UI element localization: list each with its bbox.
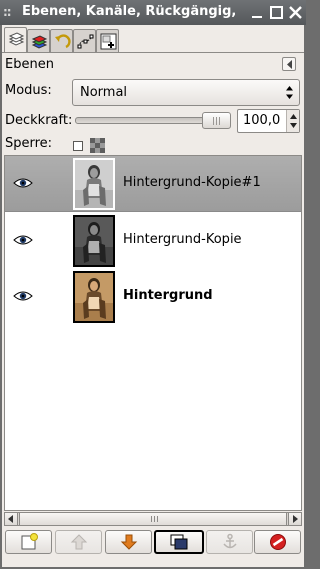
scrollbar-thumb[interactable] bbox=[19, 513, 287, 525]
arrow-right-icon bbox=[293, 515, 298, 523]
dock-window: Ebenen Modus: Normal Deckkraft: 100,0 Sp… bbox=[2, 25, 304, 567]
arrow-up-icon bbox=[70, 534, 87, 550]
titlebar-grip[interactable]: :: bbox=[3, 5, 12, 19]
paths-icon bbox=[77, 34, 94, 49]
visibility-toggle[interactable] bbox=[13, 234, 33, 250]
woman-portrait-thumbnail bbox=[75, 217, 113, 265]
dock-tabs bbox=[2, 27, 304, 53]
visibility-toggle[interactable] bbox=[13, 177, 33, 193]
anchor-icon bbox=[222, 533, 237, 549]
layers-tab[interactable] bbox=[4, 27, 27, 53]
minimize-button[interactable] bbox=[249, 4, 266, 21]
layer-button-bar bbox=[2, 528, 304, 556]
scroll-left-button[interactable] bbox=[5, 513, 18, 525]
paths-tab[interactable] bbox=[73, 29, 96, 52]
layer-list[interactable]: Hintergrund-Kopie#1 Hintergrund-Kopie Hi… bbox=[4, 155, 302, 511]
navigation-icon bbox=[100, 33, 117, 50]
updown-arrows-icon bbox=[286, 86, 293, 99]
layer-name[interactable]: Hintergrund-Kopie#1 bbox=[123, 175, 261, 190]
spin-up-icon bbox=[290, 114, 297, 119]
delete-icon bbox=[269, 534, 286, 550]
maximize-icon bbox=[270, 6, 283, 19]
tab-divider bbox=[2, 52, 304, 53]
new-layer-icon bbox=[21, 533, 38, 550]
horizontal-scrollbar[interactable] bbox=[4, 512, 302, 526]
duplicate-icon bbox=[170, 534, 188, 550]
panel-menu-button[interactable] bbox=[282, 57, 296, 71]
opacity-spin-arrows[interactable] bbox=[286, 110, 299, 132]
channels-tab[interactable] bbox=[27, 29, 50, 52]
opacity-slider-handle[interactable] bbox=[202, 112, 231, 129]
checkerboard-icon bbox=[90, 138, 105, 153]
layer-row-hintergrund[interactable]: Hintergrund bbox=[5, 269, 301, 325]
triangle-left-icon bbox=[287, 60, 292, 69]
duplicate-layer-button[interactable] bbox=[154, 530, 204, 554]
window-title: Ebenen, Kanäle, Rückgängig, bbox=[22, 4, 237, 19]
layer-row-hintergrund-kopie[interactable]: Hintergrund-Kopie bbox=[5, 213, 301, 269]
close-button[interactable] bbox=[287, 4, 304, 21]
scroll-right-button[interactable] bbox=[288, 513, 301, 525]
layer-thumbnail[interactable] bbox=[73, 158, 115, 210]
layers-icon bbox=[8, 32, 25, 46]
eye-icon bbox=[13, 235, 33, 245]
lock-alpha-toggle[interactable] bbox=[90, 138, 105, 153]
lower-layer-button[interactable] bbox=[105, 530, 152, 554]
mode-select[interactable]: Normal bbox=[72, 79, 300, 106]
opacity-value[interactable]: 100,0 bbox=[243, 113, 280, 128]
raise-layer-button[interactable] bbox=[55, 530, 102, 554]
mode-label: Modus: bbox=[5, 83, 52, 98]
eye-icon bbox=[13, 178, 33, 188]
close-icon bbox=[289, 6, 302, 19]
eye-icon bbox=[13, 291, 33, 301]
undo-history-icon bbox=[55, 34, 71, 49]
layer-row-hintergrund-kopie-1[interactable]: Hintergrund-Kopie#1 bbox=[5, 156, 301, 212]
maximize-button[interactable] bbox=[268, 4, 285, 21]
new-layer-button[interactable] bbox=[5, 530, 52, 554]
opacity-label: Deckkraft: bbox=[5, 113, 73, 128]
opacity-spinbox[interactable]: 100,0 bbox=[237, 109, 300, 133]
layer-name[interactable]: Hintergrund-Kopie bbox=[123, 232, 242, 247]
arrow-left-icon bbox=[8, 515, 13, 523]
layer-thumbnail[interactable] bbox=[73, 215, 115, 267]
layer-thumbnail[interactable] bbox=[73, 271, 115, 323]
lock-label: Sperre: bbox=[5, 136, 53, 151]
visibility-toggle[interactable] bbox=[13, 290, 33, 306]
arrow-down-icon bbox=[120, 534, 137, 550]
delete-layer-button[interactable] bbox=[254, 530, 301, 554]
woman-portrait-thumbnail bbox=[75, 273, 113, 321]
layer-name[interactable]: Hintergrund bbox=[123, 288, 213, 303]
minimize-icon bbox=[252, 16, 262, 18]
navigation-tab[interactable] bbox=[96, 29, 119, 52]
window-titlebar[interactable]: :: Ebenen, Kanäle, Rückgängig, bbox=[0, 0, 306, 25]
anchor-layer-button[interactable] bbox=[206, 530, 253, 554]
lock-pixels-checkbox[interactable] bbox=[73, 141, 83, 151]
panel-title: Ebenen bbox=[5, 57, 54, 72]
woman-portrait-thumbnail bbox=[75, 160, 113, 208]
undo-tab[interactable] bbox=[50, 29, 73, 52]
spin-down-icon bbox=[290, 123, 297, 128]
mode-value: Normal bbox=[80, 85, 128, 100]
channels-icon bbox=[31, 35, 48, 49]
